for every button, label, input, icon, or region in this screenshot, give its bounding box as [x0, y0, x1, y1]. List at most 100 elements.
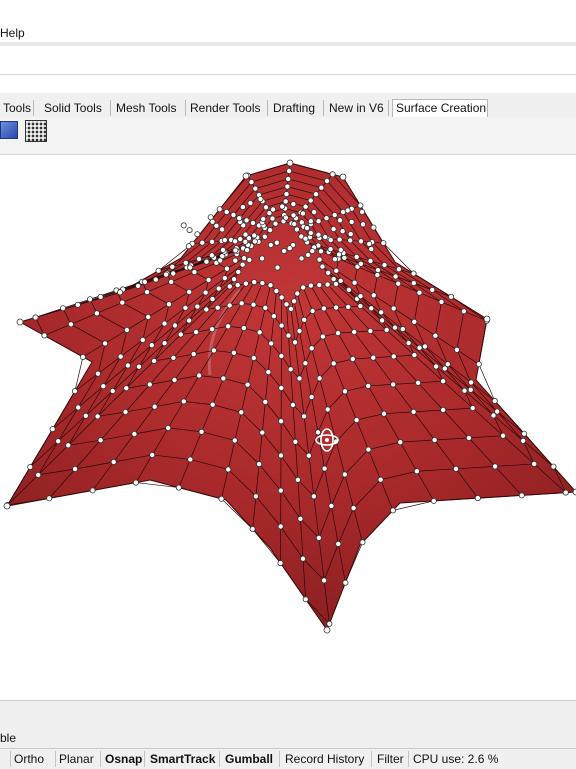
control-point[interactable] [215, 285, 222, 292]
control-point[interactable] [194, 231, 201, 238]
control-point[interactable] [341, 388, 348, 395]
control-point[interactable] [324, 281, 331, 288]
control-point[interactable] [302, 360, 309, 367]
control-point[interactable] [330, 226, 337, 233]
control-point[interactable] [299, 210, 306, 217]
control-point[interactable] [177, 331, 184, 338]
control-point[interactable] [259, 255, 266, 262]
control-point[interactable] [223, 265, 230, 272]
control-point[interactable] [318, 184, 325, 191]
control-point[interactable] [389, 507, 396, 514]
control-point[interactable] [244, 381, 251, 388]
control-point[interactable] [374, 267, 381, 274]
tab-mesh-tools[interactable]: Mesh Tools [113, 100, 186, 116]
control-point[interactable] [60, 305, 67, 312]
control-point[interactable] [123, 385, 130, 392]
control-point[interactable] [237, 236, 244, 243]
control-point[interactable] [357, 202, 364, 209]
control-point[interactable] [71, 388, 78, 395]
control-point[interactable] [257, 196, 264, 203]
control-point[interactable] [307, 197, 314, 204]
control-point[interactable] [82, 412, 89, 419]
control-point[interactable] [117, 353, 124, 360]
control-point[interactable] [321, 465, 328, 472]
control-point[interactable] [194, 303, 201, 310]
control-point[interactable] [474, 495, 481, 502]
control-point[interactable] [370, 292, 377, 299]
control-point[interactable] [339, 173, 347, 181]
control-point[interactable] [294, 290, 301, 297]
control-point[interactable] [278, 418, 285, 425]
control-point[interactable] [324, 406, 331, 413]
control-point[interactable] [249, 526, 256, 533]
control-point[interactable] [337, 277, 344, 284]
control-point[interactable] [231, 437, 238, 444]
control-point[interactable] [124, 362, 131, 369]
status-gumball[interactable]: Gumball [222, 751, 280, 767]
control-point[interactable] [294, 476, 301, 483]
control-point[interactable] [379, 317, 386, 324]
control-point[interactable] [359, 221, 366, 228]
control-point[interactable] [278, 294, 285, 301]
control-point[interactable] [302, 203, 309, 210]
control-point[interactable] [327, 236, 334, 243]
control-point[interactable] [221, 237, 228, 244]
control-point[interactable] [291, 298, 298, 305]
control-point[interactable] [262, 304, 269, 311]
control-point[interactable] [297, 515, 304, 522]
control-point[interactable] [357, 293, 364, 300]
control-point[interactable] [148, 342, 155, 349]
control-point[interactable] [185, 243, 192, 250]
control-point[interactable] [169, 263, 176, 270]
control-point[interactable] [359, 208, 366, 215]
tab-new-in-v6[interactable]: New in V6 [326, 100, 389, 116]
control-point[interactable] [298, 219, 305, 226]
control-point[interactable] [122, 408, 129, 415]
control-point[interactable] [323, 177, 330, 184]
control-point[interactable] [205, 276, 212, 283]
control-point[interactable] [252, 185, 259, 192]
control-point[interactable] [357, 303, 364, 310]
control-point[interactable] [370, 354, 377, 361]
control-point[interactable] [336, 217, 343, 224]
control-point[interactable] [256, 461, 263, 468]
control-point[interactable] [468, 379, 475, 386]
control-point[interactable] [453, 346, 460, 353]
viewport-canvas[interactable] [0, 155, 576, 700]
control-point[interactable] [357, 260, 364, 267]
control-point[interactable] [79, 353, 86, 360]
control-point[interactable] [353, 253, 360, 260]
control-point[interactable] [377, 476, 384, 483]
control-point[interactable] [223, 208, 230, 215]
control-point[interactable] [330, 360, 337, 367]
control-point[interactable] [381, 261, 388, 268]
control-point[interactable] [325, 269, 332, 276]
control-point-grid-icon[interactable] [25, 120, 47, 142]
control-point[interactable] [323, 626, 331, 634]
control-point[interactable] [267, 241, 274, 248]
control-point[interactable] [351, 328, 358, 335]
control-point[interactable] [467, 386, 474, 393]
control-point[interactable] [292, 339, 299, 346]
control-point[interactable] [244, 247, 251, 254]
control-point[interactable] [278, 322, 285, 329]
control-point[interactable] [217, 257, 224, 264]
control-point[interactable] [132, 479, 139, 486]
control-point[interactable] [392, 273, 399, 280]
control-point[interactable] [186, 227, 193, 234]
control-point[interactable] [521, 430, 528, 437]
control-point[interactable] [405, 339, 412, 346]
control-point[interactable] [299, 555, 306, 562]
control-point[interactable] [300, 284, 307, 291]
control-point[interactable] [298, 255, 305, 262]
control-point[interactable] [186, 288, 193, 295]
control-point[interactable] [391, 324, 398, 331]
control-point[interactable] [221, 275, 228, 282]
control-point[interactable] [367, 327, 374, 334]
control-point[interactable] [186, 317, 193, 324]
control-point[interactable] [336, 236, 343, 243]
control-point[interactable] [272, 220, 279, 227]
control-point[interactable] [180, 222, 187, 229]
status-ortho[interactable]: Ortho [11, 751, 56, 767]
control-point[interactable] [277, 560, 284, 567]
